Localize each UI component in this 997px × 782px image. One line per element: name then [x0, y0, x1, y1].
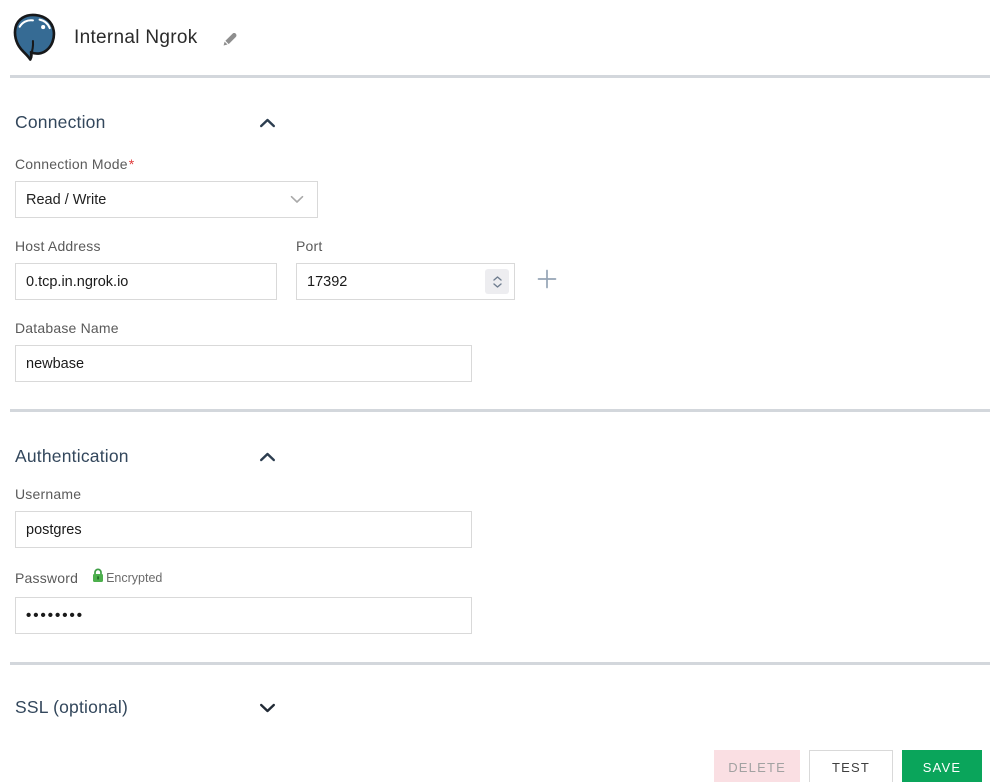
stepper-up-icon [492, 275, 502, 281]
password-label-row: Password Encrypted [15, 568, 997, 588]
port-input-group [296, 263, 515, 300]
divider [10, 75, 990, 78]
password-label: Password [15, 570, 79, 586]
host-port-row: Host Address Port [15, 238, 997, 300]
test-button[interactable]: TEST [809, 750, 893, 782]
chevron-up-icon [259, 450, 276, 465]
section-title-ssl: SSL (optional) [15, 697, 129, 717]
section-authentication: Authentication Username Password [0, 446, 997, 634]
chevron-down-icon [290, 191, 304, 209]
expand-ssl-button[interactable] [257, 701, 278, 715]
port-field: Port [296, 238, 515, 300]
header: Internal Ngrok [0, 0, 997, 70]
add-host-button[interactable] [535, 267, 559, 291]
password-field [15, 597, 997, 634]
port-input[interactable] [296, 263, 515, 300]
delete-button[interactable]: DELETE [714, 750, 800, 782]
connection-title: Internal Ngrok [74, 27, 198, 48]
connection-mode-value: Read / Write [26, 191, 107, 208]
database-field: Database Name [15, 320, 997, 382]
plus-icon [537, 269, 557, 292]
username-label: Username [15, 486, 82, 502]
chevron-up-icon [259, 116, 276, 131]
database-label: Database Name [15, 320, 119, 336]
username-input[interactable] [15, 511, 472, 548]
section-header-authentication[interactable]: Authentication [15, 446, 278, 467]
encrypted-label: Encrypted [106, 571, 163, 585]
postgresql-logo-icon [12, 13, 60, 63]
section-header-ssl[interactable]: SSL (optional) [15, 697, 278, 718]
password-input[interactable] [15, 597, 472, 634]
database-input[interactable] [15, 345, 472, 382]
connection-mode-label: Connection Mode* [15, 156, 135, 172]
edit-title-button[interactable] [220, 28, 241, 49]
save-button[interactable]: SAVE [902, 750, 982, 782]
required-asterisk: * [128, 156, 135, 172]
section-title-connection: Connection [15, 112, 106, 132]
divider [10, 409, 990, 412]
database-connection-editor: Internal Ngrok Connection Connection Mod… [0, 0, 997, 782]
section-connection: Connection Connection Mode* Read / Write [0, 112, 997, 382]
section-header-connection[interactable]: Connection [15, 112, 278, 133]
section-title-authentication: Authentication [15, 446, 129, 466]
chevron-down-icon [259, 701, 276, 716]
host-input[interactable] [15, 263, 277, 300]
host-field: Host Address [15, 238, 277, 300]
pencil-icon [222, 32, 239, 50]
host-label: Host Address [15, 238, 101, 254]
username-field: Username [15, 486, 997, 548]
connection-mode-select[interactable]: Read / Write [15, 181, 318, 218]
port-stepper[interactable] [485, 269, 509, 294]
action-bar: DELETE TEST SAVE [0, 750, 982, 782]
stepper-down-icon [492, 282, 502, 288]
collapse-authentication-button[interactable] [257, 450, 278, 464]
lock-icon [92, 568, 104, 588]
port-label: Port [296, 238, 323, 254]
divider [10, 662, 990, 665]
collapse-connection-button[interactable] [257, 116, 278, 130]
section-ssl: SSL (optional) [0, 697, 997, 718]
encrypted-badge: Encrypted [92, 568, 162, 588]
connection-mode-field: Connection Mode* Read / Write [15, 156, 997, 218]
